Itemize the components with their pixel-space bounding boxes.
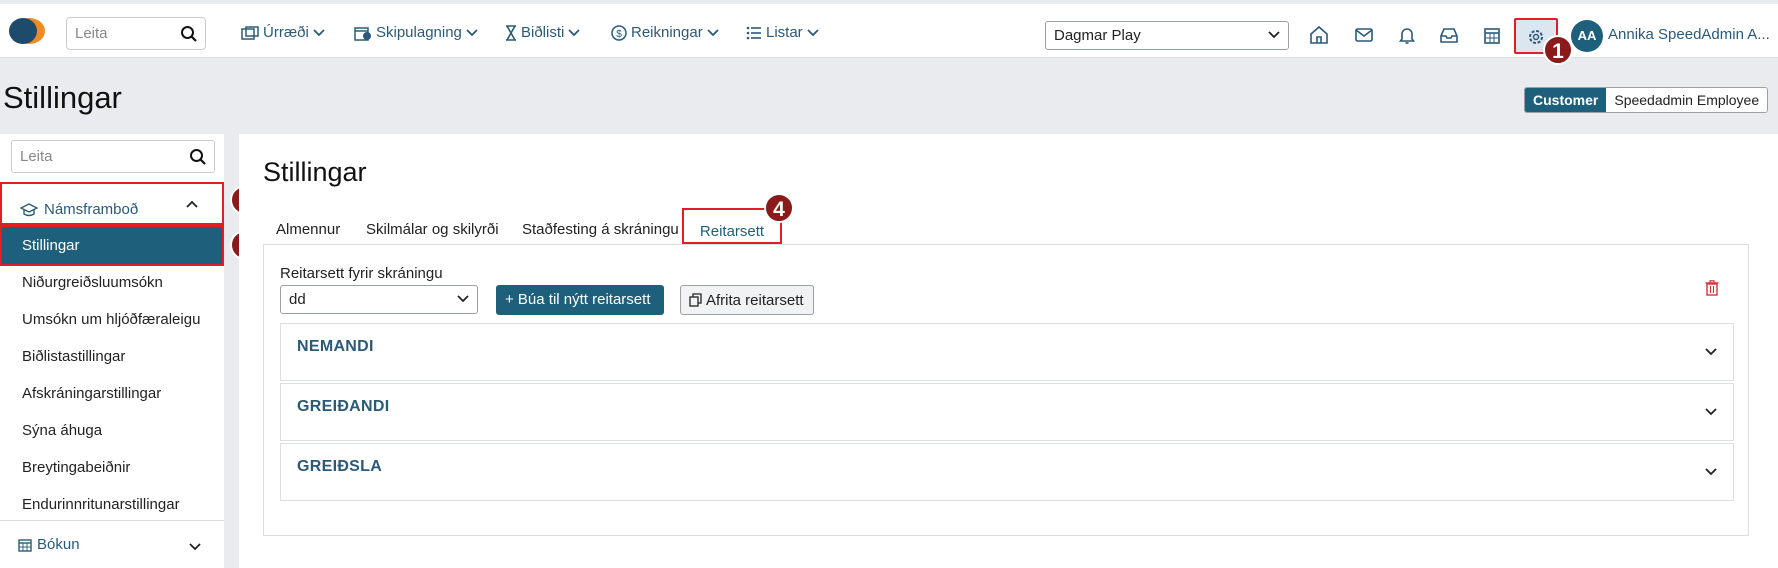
tab-skilmalar[interactable]: Skilmálar og skilyrði [366,221,499,238]
chevron-down-icon [1705,468,1717,476]
sidebar-group-label: Bókun [37,536,80,553]
nav-label: Biðlisti [521,24,565,41]
sidebar-item[interactable]: Afskráningarstillingar [22,385,161,402]
app-logo-icon[interactable] [7,17,47,45]
sidebar-group-label: Námsframboð [44,201,139,218]
sidebar-item[interactable]: Biðlistastillingar [22,348,125,365]
accordion-greidsla[interactable]: GREIÐSLA [280,443,1734,501]
chevron-down-icon [1705,348,1717,356]
nav-bidlisti[interactable]: Biðlisti [505,24,580,41]
role-customer-button[interactable]: Customer [1525,88,1607,112]
tab-stadfesting[interactable]: Staðfesting á skráningu [522,221,679,238]
nav-listar[interactable]: Listar [746,24,819,41]
sidebar-search-box [11,140,215,173]
copy-reitarsett-button[interactable]: Afrita reitarsett [680,285,814,315]
accordion-title: GREIÐSLA [297,458,383,475]
hourglass-icon [506,24,516,41]
sidebar-item[interactable]: Breytingabeiðnir [22,459,130,476]
nav-label: Skipulagning [376,24,462,41]
search-icon[interactable] [180,25,198,43]
sidebar-search-input[interactable] [12,141,214,172]
chevron-down-icon [313,28,325,36]
page-title: Stillingar [3,80,122,115]
user-menu-name[interactable]: Annika SpeedAdmin A... [1608,26,1770,43]
sidebar-item[interactable]: Niðurgreiðsluumsókn [22,274,163,291]
chevron-down-icon [189,543,201,551]
home-icon[interactable] [1308,24,1330,46]
chevron-down-icon [1705,408,1717,416]
list-icon [746,26,761,39]
svg-text:$: $ [616,29,622,40]
site-select[interactable]: Dagmar Play [1045,21,1289,50]
tab-almennur[interactable]: Almennur [276,221,340,238]
inbox-icon[interactable] [1438,24,1460,46]
role-employee-button[interactable]: Speedadmin Employee [1606,88,1768,112]
reitarsett-panel: Reitarsett fyrir skráningu dd + Búa til … [263,244,1749,536]
sidebar: Námsframboð Stillingar Niðurgreiðsluumsó… [0,134,224,568]
accordion-title: GREIÐANDI [297,398,390,415]
calendar-icon [18,539,32,552]
dollar-icon: $ [611,24,627,41]
accordion-title: NEMANDI [297,338,374,355]
top-bar: Úrræði Skipulagning Biðlisti $ Reikninga… [0,0,1778,58]
reitarsett-select[interactable]: dd [280,285,478,314]
sidebar-item[interactable]: Sýna áhuga [22,422,102,439]
chevron-down-icon [568,28,580,36]
copy-button-label: Afrita reitarsett [706,291,804,309]
reitarsett-select-value: dd [289,291,306,308]
accordion-greidandi[interactable]: GREIÐANDI [280,383,1734,441]
calendar-clock-icon [354,26,371,41]
nav-urraedi[interactable]: Úrræði [241,24,325,41]
nav-skipulagning[interactable]: Skipulagning [354,24,478,41]
mail-icon[interactable] [1353,24,1375,46]
section-title: Stillingar [263,157,367,187]
chevron-down-icon [707,28,719,36]
graduation-cap-icon [20,202,38,216]
avatar[interactable]: AA [1571,20,1603,52]
sidebar-group-bokun[interactable]: Bókun [0,520,224,568]
accordion-nemandi[interactable]: NEMANDI [280,323,1734,381]
sidebar-item[interactable]: Umsókn um hljóðfæraleigu [22,311,200,328]
resources-icon [241,25,259,40]
chevron-down-icon [1268,31,1280,39]
main-panel: Stillingar Almennur Skilmálar og skilyrð… [239,134,1778,568]
chevron-down-icon [457,295,469,303]
chevron-down-icon [466,28,478,36]
field-label: Reitarsett fyrir skráningu [280,265,443,282]
bell-icon[interactable] [1396,24,1418,46]
nav-label: Listar [766,24,803,41]
trash-icon[interactable] [1705,280,1719,296]
search-icon[interactable] [189,148,207,166]
nav-label: Reikningar [631,24,703,41]
create-reitarsett-button[interactable]: + Búa til nýtt reitarsett [496,285,664,315]
step-badge-4: 4 [764,193,794,223]
calendar-icon[interactable] [1481,24,1503,46]
sidebar-item-stillingar[interactable]: Stillingar [0,225,224,266]
sidebar-group-namsframbod[interactable]: Námsframboð [0,182,224,225]
role-toggle: Customer Speedadmin Employee [1524,87,1769,113]
site-select-value: Dagmar Play [1054,27,1141,44]
chevron-up-icon [186,200,198,208]
nav-reikningar[interactable]: $ Reikningar [611,24,719,41]
sidebar-item[interactable]: Endurinnritunarstillingar [22,496,180,513]
chevron-down-icon [807,28,819,36]
copy-icon [689,293,702,307]
top-search-box [66,17,206,50]
step-badge-1: 1 [1543,35,1573,65]
nav-label: Úrræði [263,24,309,41]
